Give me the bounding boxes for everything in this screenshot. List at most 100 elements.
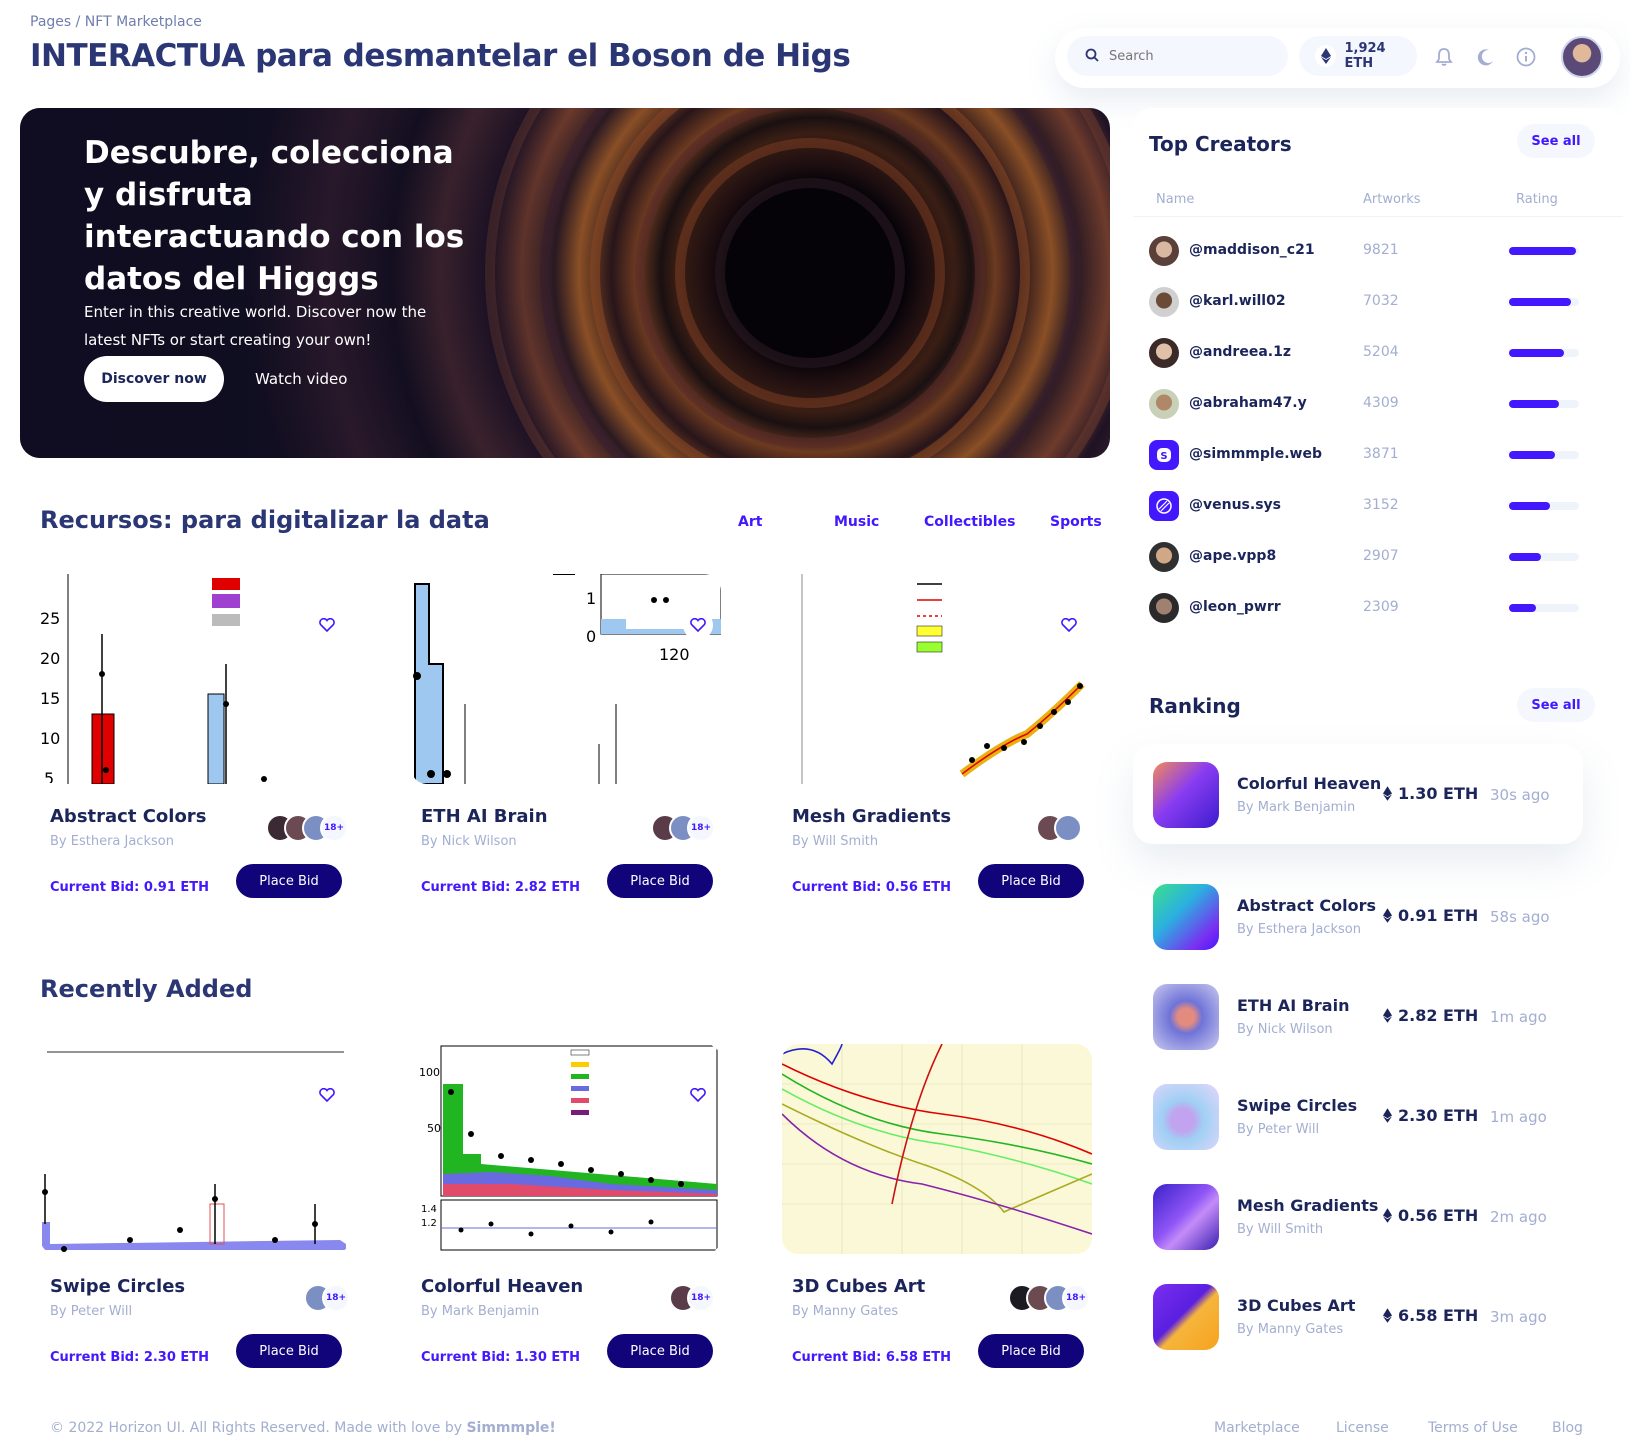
nft-card[interactable]: 25 20 15 10 5 Abstract Colors By Esthera Jac… [40, 574, 374, 944]
tab-collectibles[interactable]: Collectibles [924, 514, 1015, 530]
ranking-item-price-value: 0.91 ETH [1398, 906, 1479, 925]
footer-brand-link[interactable]: Simmmple! [466, 1420, 555, 1436]
creator-avatar [1149, 338, 1179, 368]
ranking-thumbnail [1153, 1284, 1219, 1350]
svg-text:25: 25 [40, 609, 60, 628]
ranking-row[interactable]: Mesh Gradients By Will Smith 0.56 ETH 2m… [1133, 1166, 1583, 1266]
bell-icon[interactable] [1433, 46, 1455, 68]
bidder-count: 18+ [320, 814, 348, 842]
top-creators-title: Top Creators [1149, 132, 1292, 156]
heart-icon[interactable] [683, 1080, 713, 1110]
ranking-thumbnail [1153, 884, 1219, 950]
user-avatar[interactable] [1561, 36, 1603, 78]
ranking-item-name: Colorful Heaven [1237, 774, 1382, 793]
ranking-row[interactable]: Abstract Colors By Esthera Jackson 0.91 … [1133, 866, 1583, 966]
discover-now-button[interactable]: Discover now [84, 356, 224, 402]
svg-text:120: 120 [659, 645, 690, 664]
heart-icon[interactable] [312, 1080, 342, 1110]
creator-row[interactable]: @karl.will02 7032 [1149, 283, 1589, 323]
search-bar[interactable] [1067, 36, 1288, 76]
creator-artworks: 4309 [1363, 395, 1399, 411]
ranking-item-name: 3D Cubes Art [1237, 1296, 1356, 1315]
nft-card-image [782, 1044, 1092, 1254]
creator-rating [1509, 604, 1579, 612]
creator-rating [1509, 451, 1579, 459]
creator-row[interactable]: @maddison_c21 9821 [1149, 232, 1589, 272]
nft-card[interactable]: 3D Cubes Art By Manny Gates 18+ Current … [782, 1044, 1116, 1414]
tab-art[interactable]: Art [738, 514, 762, 530]
creator-row[interactable]: S @simmmple.web 3871 [1149, 436, 1589, 476]
footer-link-marketplace[interactable]: Marketplace [1214, 1420, 1300, 1436]
nft-card-image: 1 0 120 [411, 574, 721, 784]
nft-card[interactable]: Mesh Gradients By Will Smith Current Bid… [782, 574, 1116, 944]
creator-row[interactable]: @leon_pwrr 2309 [1149, 589, 1589, 629]
top-creators-see-all-button[interactable]: See all [1517, 124, 1595, 158]
footer-link-license[interactable]: License [1336, 1420, 1389, 1436]
nft-card[interactable]: 100 50 1.4 1.2 Colorful Heaven By Mark B… [411, 1044, 745, 1414]
footer-link-terms[interactable]: Terms of Use [1428, 1420, 1518, 1436]
current-bid: Current Bid: 0.91 ETH [50, 880, 210, 895]
breadcrumb[interactable]: Pages / NFT Marketplace [30, 14, 202, 30]
nft-card-author: By Will Smith [792, 834, 879, 849]
svg-text:5: 5 [44, 769, 54, 784]
creator-artworks: 3152 [1363, 497, 1399, 513]
ranking-item-author: By Peter Will [1237, 1122, 1320, 1137]
rating-bar [1509, 349, 1564, 357]
creator-name: @simmmple.web [1189, 446, 1322, 462]
place-bid-button[interactable]: Place Bid [236, 1334, 342, 1368]
place-bid-button[interactable]: Place Bid [978, 864, 1084, 898]
nft-card-author: By Mark Benjamin [421, 1304, 540, 1319]
heart-icon[interactable] [312, 610, 342, 640]
moon-icon[interactable] [1475, 46, 1497, 68]
ranking-thumbnail [1153, 1184, 1219, 1250]
search-input[interactable] [1109, 48, 1259, 64]
hero-title: Descubre, colecciona y disfruta interact… [84, 135, 465, 297]
ranking-item-price: 1.30 ETH [1383, 784, 1478, 803]
bidder-avatars: 18+ [266, 814, 348, 844]
ranking-item-time: 30s ago [1490, 786, 1550, 804]
heart-icon[interactable] [1054, 610, 1084, 640]
rating-bar [1509, 400, 1560, 408]
creator-name: @andreea.1z [1189, 344, 1291, 360]
heart-icon[interactable] [683, 610, 713, 640]
ranking-item-time: 3m ago [1490, 1308, 1547, 1326]
bidder-avatars: 18+ [669, 1284, 715, 1314]
bidder-count: 18+ [687, 1284, 715, 1312]
creator-row[interactable]: @ape.vpp8 2907 [1149, 538, 1589, 578]
creator-row[interactable]: @venus.sys 3152 [1149, 487, 1589, 527]
creator-name: @ape.vpp8 [1189, 548, 1277, 564]
place-bid-button[interactable]: Place Bid [607, 864, 713, 898]
eth-balance[interactable]: 1,924 ETH [1299, 36, 1417, 76]
current-bid: Current Bid: 0.56 ETH [792, 880, 952, 895]
ethereum-icon [1383, 786, 1392, 801]
nft-card[interactable]: Swipe Circles By Peter Will 18+ Current … [40, 1044, 374, 1414]
tab-sports[interactable]: Sports [1050, 514, 1102, 530]
place-bid-button[interactable]: Place Bid [236, 864, 342, 898]
place-bid-button[interactable]: Place Bid [607, 1334, 713, 1368]
ranking-row[interactable]: Swipe Circles By Peter Will 2.30 ETH 1m … [1133, 1066, 1583, 1166]
creator-row[interactable]: @andreea.1z 5204 [1149, 334, 1589, 374]
place-bid-button[interactable]: Place Bid [978, 1334, 1084, 1368]
ranking-row[interactable]: ETH AI Brain By Nick Wilson 2.82 ETH 1m … [1133, 966, 1583, 1066]
nft-card[interactable]: 1 0 120 ETH AI Brain By Nick Wilson 18+ … [411, 574, 745, 944]
nft-card-image [40, 1044, 350, 1254]
watch-video-link[interactable]: Watch video [255, 356, 347, 402]
rating-bar [1509, 502, 1550, 510]
svg-text:20: 20 [40, 649, 60, 668]
footer-copyright-text: © 2022 Horizon UI. All Rights Reserved. … [50, 1420, 467, 1436]
creator-avatar [1149, 287, 1179, 317]
creator-rating [1509, 349, 1579, 357]
ranking-item-author: By Will Smith [1237, 1222, 1324, 1237]
creator-rating [1509, 553, 1579, 561]
footer-link-blog[interactable]: Blog [1552, 1420, 1583, 1436]
ranking-see-all-button[interactable]: See all [1517, 688, 1595, 722]
creator-row[interactable]: @abraham47.y 4309 [1149, 385, 1589, 425]
rating-bar [1509, 604, 1536, 612]
ranking-row[interactable]: 3D Cubes Art By Manny Gates 6.58 ETH 3m … [1133, 1266, 1583, 1366]
ranking-item-name: Abstract Colors [1237, 896, 1377, 915]
ranking-row[interactable]: Colorful Heaven By Mark Benjamin 1.30 ET… [1133, 744, 1583, 844]
eth-balance-value: 1,924 ETH [1344, 41, 1386, 71]
ethereum-icon [1383, 1008, 1392, 1023]
tab-music[interactable]: Music [834, 514, 879, 530]
info-icon[interactable] [1515, 46, 1537, 68]
